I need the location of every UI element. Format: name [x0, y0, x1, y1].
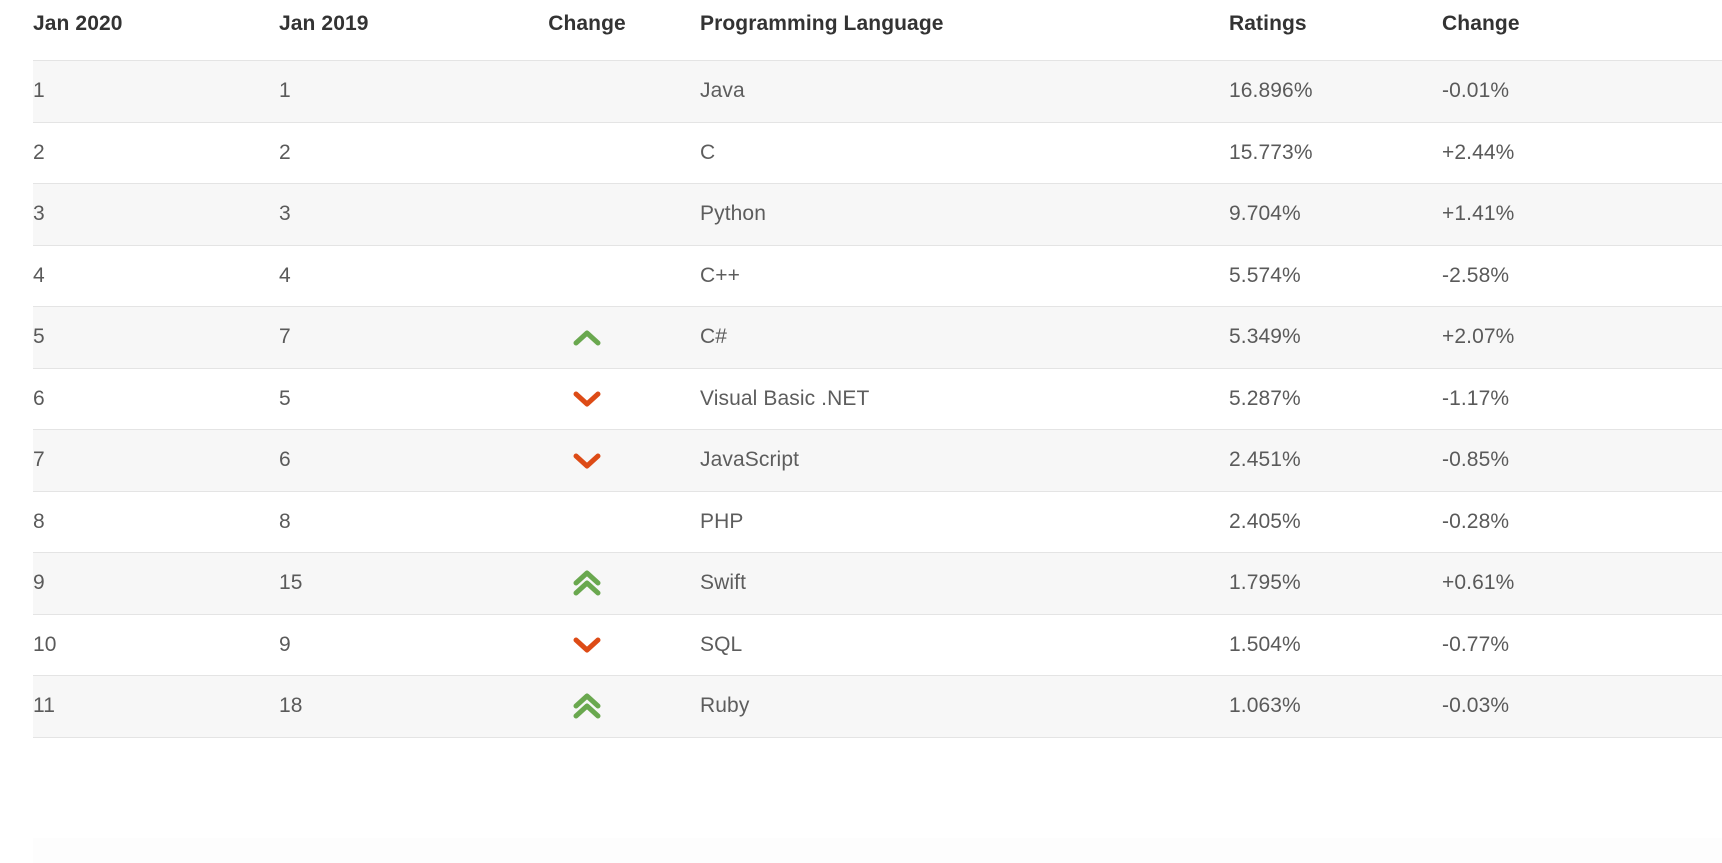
- cell-ratings: 1.063%: [1229, 694, 1301, 718]
- chevron-down-icon: [572, 389, 602, 409]
- cell-ratings: 15.773%: [1229, 140, 1313, 164]
- cell-rank-jan-2020: 11: [33, 694, 55, 718]
- cell-change-percent: -0.03%: [1442, 694, 1510, 718]
- table-row[interactable]: 11 18 Ruby 1.063% -0.03%: [33, 675, 1722, 738]
- cell-programming-language[interactable]: PHP: [700, 491, 1229, 553]
- cell-change-indicator: [508, 553, 700, 615]
- cell-ratings: 1.795%: [1229, 571, 1301, 595]
- cell-change-indicator: [508, 430, 700, 492]
- cell-rank-jan-2020: 5: [33, 325, 45, 349]
- cell-ratings: 16.896%: [1229, 79, 1313, 103]
- cell-rank-jan-2020: 1: [33, 79, 45, 103]
- table-row[interactable]: 1 1 Java 16.896% -0.01%: [33, 60, 1722, 123]
- cell-change-percent: +2.07%: [1442, 325, 1515, 349]
- cell-rank-jan-2020: 7: [33, 448, 45, 472]
- cell-rank-jan-2020: 3: [33, 202, 45, 226]
- cell-programming-language[interactable]: C#: [700, 307, 1229, 369]
- cell-programming-language[interactable]: JavaScript: [700, 430, 1229, 492]
- table-row[interactable]: 2 2 C 15.773% +2.44%: [33, 122, 1722, 184]
- table-header-row: Jan 2020 Jan 2019 Change Programming Lan…: [33, 12, 1722, 61]
- table-row[interactable]: 3 3 Python 9.704% +1.41%: [33, 183, 1722, 246]
- cell-change-indicator: [508, 122, 700, 184]
- cell-rank-jan-2020: 6: [33, 386, 45, 410]
- cell-rank-jan-2019: 18: [279, 694, 303, 718]
- table-row[interactable]: 8 8 PHP 2.405% -0.28%: [33, 491, 1722, 553]
- cell-change-indicator: [508, 61, 700, 123]
- cell-ratings: 2.451%: [1229, 448, 1301, 472]
- chevron-down-icon: [572, 451, 602, 471]
- column-header-rank-jan-2019[interactable]: Jan 2019: [279, 12, 508, 61]
- cell-ratings: 5.574%: [1229, 263, 1301, 287]
- cell-change-percent: -0.85%: [1442, 448, 1510, 472]
- cell-rank-jan-2020: 9: [33, 571, 45, 595]
- cell-change-indicator: [508, 676, 700, 738]
- chevron-up-icon: [572, 328, 602, 348]
- table-bottom-clipped-row: [33, 838, 1722, 863]
- cell-rank-jan-2019: 2: [279, 140, 291, 164]
- cell-rank-jan-2019: 7: [279, 325, 291, 349]
- table-row[interactable]: 9 15 Swift 1.795% +0.61%: [33, 552, 1722, 615]
- cell-change-percent: -0.28%: [1442, 509, 1510, 533]
- cell-ratings: 5.349%: [1229, 325, 1301, 349]
- table-row[interactable]: 6 5 Visual Basic .NET 5.287% -1.17%: [33, 368, 1722, 430]
- cell-rank-jan-2020: 10: [33, 632, 57, 656]
- cell-change-percent: -1.17%: [1442, 386, 1510, 410]
- cell-rank-jan-2019: 5: [279, 386, 291, 410]
- cell-rank-jan-2019: 3: [279, 202, 291, 226]
- cell-change-percent: -2.58%: [1442, 263, 1510, 287]
- cell-change-percent: +0.61%: [1442, 571, 1515, 595]
- cell-rank-jan-2019: 9: [279, 632, 291, 656]
- cell-change-percent: -0.01%: [1442, 79, 1510, 103]
- cell-programming-language[interactable]: Python: [700, 184, 1229, 246]
- cell-ratings: 1.504%: [1229, 632, 1301, 656]
- cell-programming-language[interactable]: SQL: [700, 614, 1229, 676]
- column-header-programming-language[interactable]: Programming Language: [700, 12, 1229, 61]
- cell-programming-language[interactable]: Ruby: [700, 676, 1229, 738]
- column-header-ratings[interactable]: Ratings: [1229, 12, 1442, 61]
- cell-programming-language[interactable]: C: [700, 122, 1229, 184]
- cell-programming-language[interactable]: Swift: [700, 553, 1229, 615]
- table-row[interactable]: 5 7 C# 5.349% +2.07%: [33, 306, 1722, 369]
- table-header: Jan 2020 Jan 2019 Change Programming Lan…: [33, 12, 1722, 61]
- cell-ratings: 2.405%: [1229, 509, 1301, 533]
- double-chevron-up-icon: [572, 692, 602, 720]
- cell-change-percent: -0.77%: [1442, 632, 1510, 656]
- cell-rank-jan-2019: 8: [279, 509, 291, 533]
- cell-change-indicator: [508, 614, 700, 676]
- cell-change-indicator: [508, 184, 700, 246]
- cell-rank-jan-2019: 1: [279, 79, 291, 103]
- cell-rank-jan-2019: 15: [279, 571, 303, 595]
- cell-rank-jan-2020: 4: [33, 263, 45, 287]
- cell-programming-language[interactable]: Java: [700, 61, 1229, 123]
- programming-language-ranking-table: Jan 2020 Jan 2019 Change Programming Lan…: [33, 12, 1722, 738]
- cell-ratings: 9.704%: [1229, 202, 1301, 226]
- table-row[interactable]: 10 9 SQL 1.504% -0.77%: [33, 614, 1722, 676]
- cell-programming-language[interactable]: C++: [700, 245, 1229, 307]
- cell-change-indicator: [508, 307, 700, 369]
- column-header-rank-jan-2020[interactable]: Jan 2020: [33, 12, 279, 61]
- column-header-change-indicator[interactable]: Change: [508, 12, 700, 61]
- cell-rank-jan-2020: 2: [33, 140, 45, 164]
- ranking-table-container: Jan 2020 Jan 2019 Change Programming Lan…: [0, 0, 1722, 863]
- cell-rank-jan-2020: 8: [33, 509, 45, 533]
- table-row[interactable]: 4 4 C++ 5.574% -2.58%: [33, 245, 1722, 307]
- cell-ratings: 5.287%: [1229, 386, 1301, 410]
- cell-change-indicator: [508, 245, 700, 307]
- cell-programming-language[interactable]: Visual Basic .NET: [700, 368, 1229, 430]
- double-chevron-up-icon: [572, 569, 602, 597]
- cell-change-indicator: [508, 491, 700, 553]
- chevron-down-icon: [572, 635, 602, 655]
- cell-rank-jan-2019: 4: [279, 263, 291, 287]
- column-header-change-percent[interactable]: Change: [1442, 12, 1722, 61]
- table-row[interactable]: 7 6 JavaScript 2.451% -0.85%: [33, 429, 1722, 492]
- table-body: 1 1 Java 16.896% -0.01% 2 2 C 15.773% +2.44% 3 3 Pyt…: [33, 60, 1722, 738]
- cell-change-percent: +2.44%: [1442, 140, 1515, 164]
- cell-change-percent: +1.41%: [1442, 202, 1515, 226]
- cell-rank-jan-2019: 6: [279, 448, 291, 472]
- cell-change-indicator: [508, 368, 700, 430]
